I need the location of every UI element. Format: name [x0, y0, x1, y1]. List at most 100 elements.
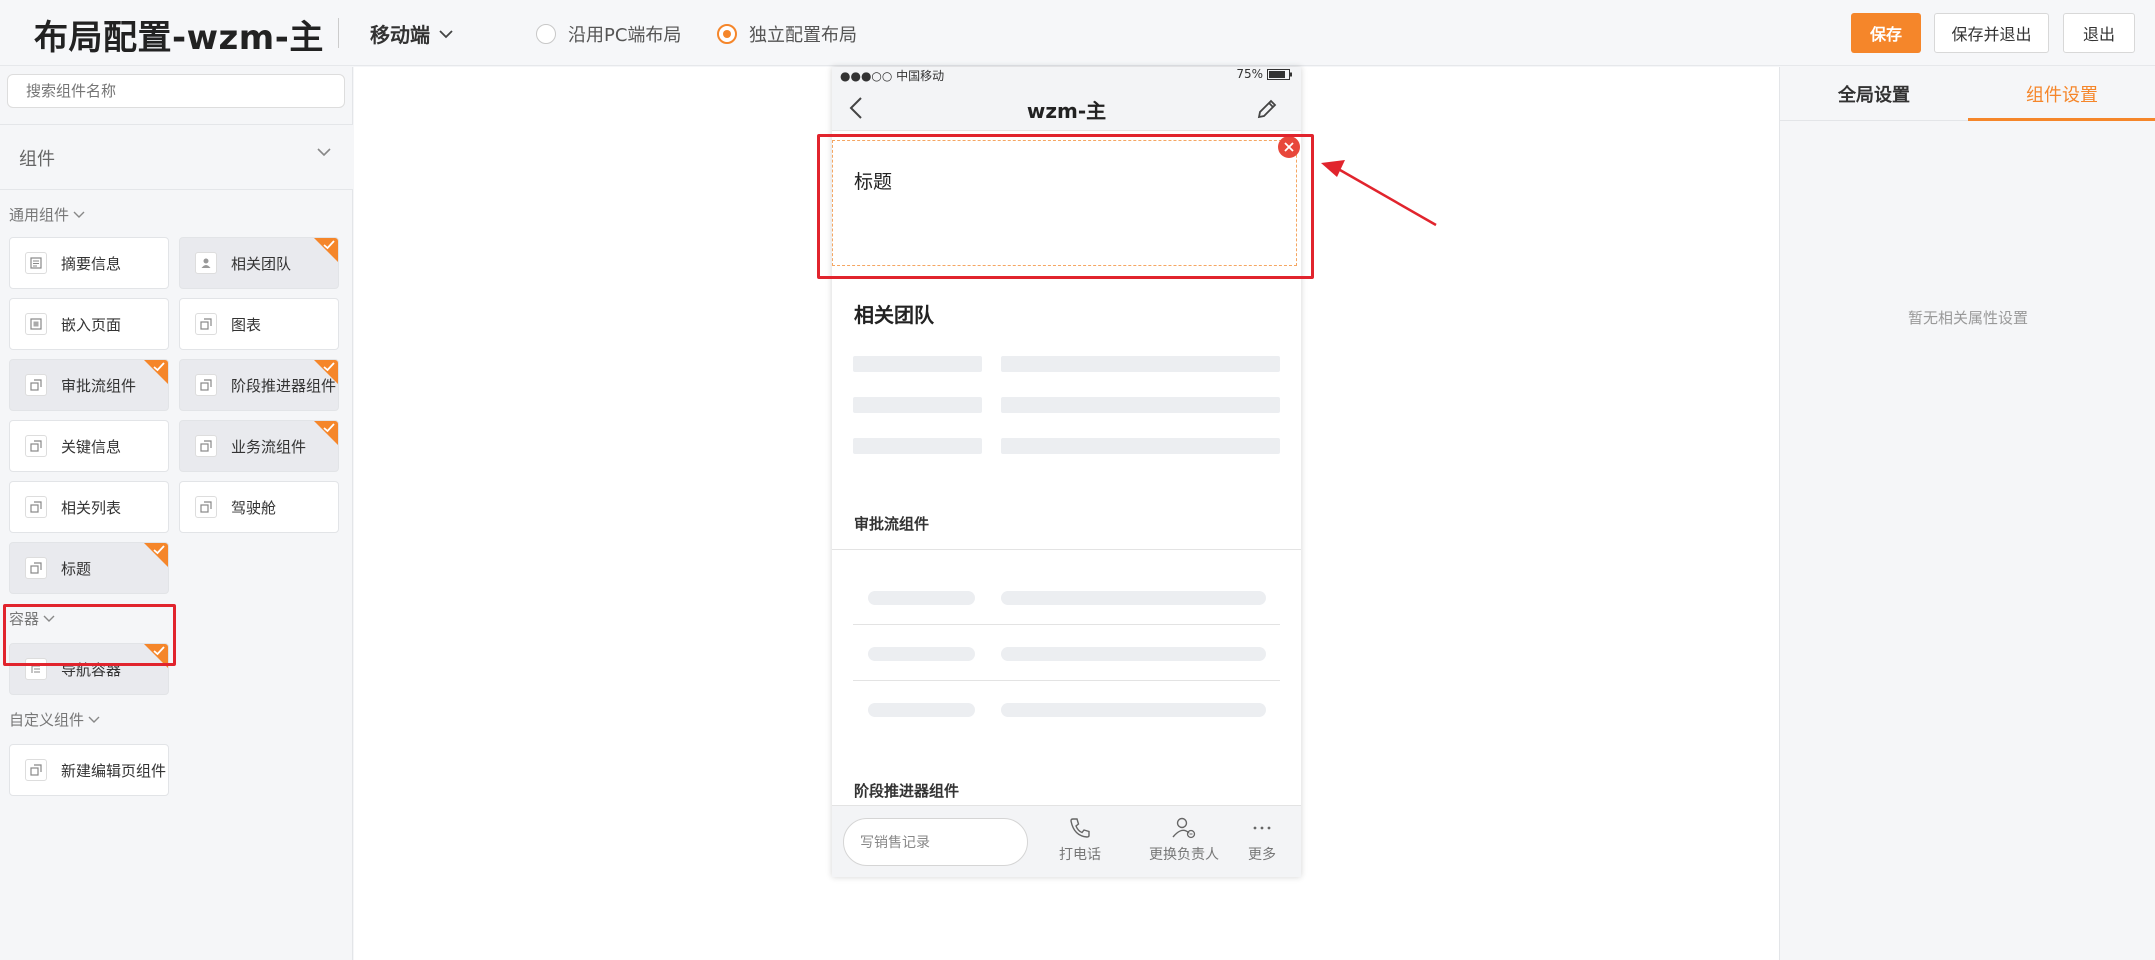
- skeleton-bar: [853, 356, 982, 372]
- radio-circle-icon: [536, 24, 556, 44]
- component-card-key-info[interactable]: 关键信息: [9, 420, 169, 472]
- component-card-label: 新建编辑页组件: [61, 761, 167, 780]
- component-card-label: 摘要信息: [61, 254, 122, 273]
- component-card-label: 嵌入页面: [61, 315, 122, 334]
- embed-icon: [25, 313, 47, 335]
- tab-global-settings[interactable]: 全局设置: [1780, 67, 1968, 120]
- chevron-down-icon: [317, 148, 331, 157]
- phone-icon: [1070, 818, 1090, 838]
- radio-selected-icon: [717, 24, 737, 44]
- component-icon: [25, 435, 47, 457]
- phone-nav-title: wzm-主: [1026, 99, 1107, 123]
- common-components-group[interactable]: 通用组件: [9, 204, 85, 225]
- person-swap-icon: [1172, 817, 1196, 839]
- team-section-title: 相关团队: [854, 303, 934, 327]
- component-icon: [25, 496, 47, 518]
- skeleton-bar: [1001, 397, 1280, 413]
- component-card-label: 关键信息: [61, 437, 122, 456]
- radio-pc-layout[interactable]: 沿用PC端布局: [536, 21, 681, 47]
- component-card-cockpit[interactable]: 驾驶舱: [179, 481, 339, 533]
- component-card-summary[interactable]: 摘要信息: [9, 237, 169, 289]
- skeleton-bar: [1001, 356, 1280, 372]
- component-icon: [25, 557, 47, 579]
- exit-button[interactable]: 退出: [2063, 13, 2135, 53]
- phone-bottom-toolbar: 写销售记录 打电话 更换负责人 更多: [832, 805, 1301, 877]
- components-section-header[interactable]: 组件: [0, 124, 353, 190]
- skeleton-bar: [1001, 703, 1266, 717]
- component-icon: [195, 313, 217, 335]
- common-components-label: 通用组件: [9, 206, 70, 224]
- custom-components-label: 自定义组件: [9, 711, 85, 729]
- component-card-stage[interactable]: 阶段推进器组件: [179, 359, 339, 411]
- skeleton-bar: [853, 397, 982, 413]
- carrier-signal: ●●●○○ 中国移动: [840, 69, 945, 83]
- settings-panel: 全局设置 组件设置 暂无相关属性设置: [1779, 67, 2155, 960]
- component-card-title[interactable]: 标题: [9, 542, 169, 594]
- component-card-label: 驾驶舱: [231, 498, 277, 517]
- component-card-label: 图表: [231, 315, 262, 334]
- chevron-down-icon: [73, 211, 85, 218]
- skeleton-bar: [868, 703, 975, 717]
- page-title: 布局配置-wzm-主: [34, 18, 324, 58]
- component-card-chart[interactable]: 图表: [179, 298, 339, 350]
- phone-status-bar: ●●●○○ 中国移动 75%: [832, 67, 1301, 85]
- component-card-related-list[interactable]: 相关列表: [9, 481, 169, 533]
- component-card-label: 标题: [61, 559, 92, 578]
- skeleton-bar: [1001, 647, 1266, 661]
- device-dropdown[interactable]: 移动端: [370, 19, 454, 48]
- component-card-label: 审批流组件: [61, 376, 137, 395]
- component-card-team[interactable]: 相关团队: [179, 237, 339, 289]
- components-header-label: 组件: [19, 149, 55, 170]
- highlight-box-title-card: [3, 604, 176, 666]
- component-card-label: 相关团队: [231, 254, 292, 273]
- skeleton-bar: [1001, 438, 1280, 454]
- highlight-box-title-component: [817, 134, 1314, 279]
- approval-section-title: 审批流组件: [854, 515, 930, 533]
- component-icon: [195, 374, 217, 396]
- save-button[interactable]: 保存: [1851, 13, 1921, 53]
- component-icon: [195, 496, 217, 518]
- component-card-label: 业务流组件: [231, 437, 307, 456]
- tab-component-settings[interactable]: 组件设置: [1968, 67, 2155, 120]
- skeleton-bar: [853, 438, 982, 454]
- more-label: 更多: [1248, 847, 1276, 863]
- save-and-exit-button[interactable]: 保存并退出: [1934, 13, 2049, 53]
- empty-settings-message: 暂无相关属性设置: [1907, 309, 2028, 327]
- active-tab-indicator: [1968, 118, 2155, 121]
- stage-section-title: 阶段推进器组件: [854, 782, 960, 800]
- divider: [832, 549, 1301, 550]
- pencil-icon[interactable]: [1255, 97, 1279, 121]
- skeleton-bar: [1001, 591, 1266, 605]
- component-card-label: 相关列表: [61, 498, 122, 517]
- custom-components-group[interactable]: 自定义组件: [9, 709, 100, 730]
- sales-record-input[interactable]: 写销售记录: [843, 818, 1028, 866]
- component-icon: [25, 374, 47, 396]
- component-card-approval[interactable]: 审批流组件: [9, 359, 169, 411]
- component-icon: [195, 435, 217, 457]
- checkmark-icon: [323, 362, 335, 372]
- call-button[interactable]: 打电话: [1059, 816, 1101, 864]
- skeleton-bar: [868, 591, 975, 605]
- component-card-embed[interactable]: 嵌入页面: [9, 298, 169, 350]
- checkmark-icon: [153, 545, 165, 555]
- header-divider: [338, 18, 339, 48]
- battery-icon: [1267, 68, 1292, 80]
- radio-independent-label: 独立配置布局: [749, 25, 857, 46]
- chevron-down-icon: [439, 29, 453, 38]
- device-label: 移动端: [370, 23, 430, 47]
- divider: [853, 624, 1280, 625]
- checkmark-icon: [323, 240, 335, 250]
- skeleton-bar: [868, 647, 975, 661]
- radio-independent-layout[interactable]: 独立配置布局: [717, 21, 857, 47]
- more-button[interactable]: 更多: [1248, 816, 1276, 864]
- call-label: 打电话: [1059, 847, 1101, 863]
- radio-pc-label: 沿用PC端布局: [568, 25, 682, 46]
- summary-icon: [25, 252, 47, 274]
- checkmark-icon: [153, 362, 165, 372]
- component-card-business-flow[interactable]: 业务流组件: [179, 420, 339, 472]
- component-search-input[interactable]: [7, 74, 345, 108]
- change-owner-label: 更换负责人: [1149, 847, 1219, 863]
- more-dots-icon: [1253, 826, 1271, 830]
- change-owner-button[interactable]: 更换负责人: [1149, 816, 1219, 864]
- component-card-new-edit-page[interactable]: 新建编辑页组件: [9, 744, 169, 796]
